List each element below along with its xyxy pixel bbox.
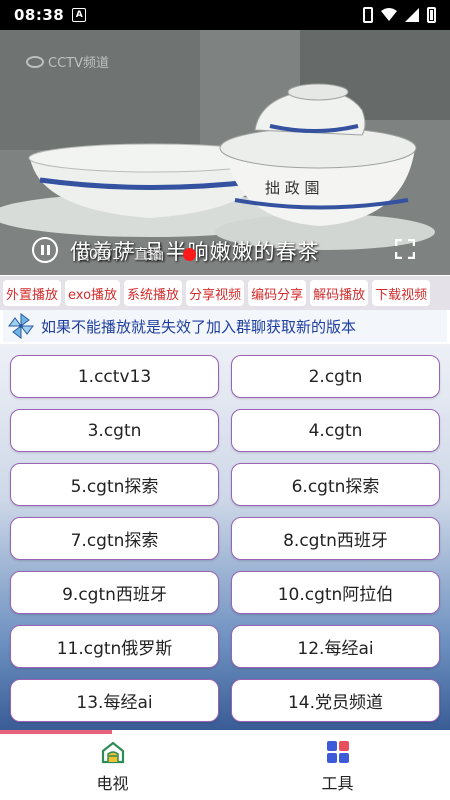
a-letter-icon: A <box>72 8 87 22</box>
channel-button-6[interactable]: 6.cgtn探索 <box>231 463 440 506</box>
fullscreen-icon[interactable] <box>395 239 415 259</box>
progress-handle[interactable] <box>183 248 196 261</box>
channel-button-13[interactable]: 13.每经ai <box>10 679 219 722</box>
channel-button-11[interactable]: 11.cgtn俄罗斯 <box>10 625 219 668</box>
tv-home-icon <box>101 741 124 764</box>
encode-share-button[interactable]: 编码分享 <box>248 280 307 306</box>
tools-grid-icon <box>326 741 349 763</box>
phone-icon <box>363 7 373 23</box>
channel-button-12[interactable]: 12.每经ai <box>231 625 440 668</box>
watermark-text: CCTV频道 <box>48 56 109 71</box>
download-video-button[interactable]: 下载视频 <box>372 280 431 306</box>
channel-button-1[interactable]: 1.cctv13 <box>10 355 219 398</box>
channel-button-8[interactable]: 8.cgtn西班牙 <box>231 517 440 560</box>
system-play-button[interactable]: 系统播放 <box>124 280 183 306</box>
video-player[interactable]: 拙 政 園 CCTV频道 借着萨 品半晌嫩嫩的春茶 00:01 / 直播 <box>0 30 450 275</box>
channel-button-3[interactable]: 3.cgtn <box>10 409 219 452</box>
channel-button-14[interactable]: 14.党员频道 <box>231 679 440 722</box>
nav-tab-tools[interactable]: 工具 <box>225 734 450 800</box>
video-watermark: CCTV频道 <box>26 52 109 71</box>
status-time: 08:38 <box>14 6 65 24</box>
channel-button-9[interactable]: 9.cgtn西班牙 <box>10 571 219 614</box>
wifi-icon <box>381 8 397 21</box>
nav-label-tools: 工具 <box>321 774 354 793</box>
channel-button-5[interactable]: 5.cgtn探索 <box>10 463 219 506</box>
bottom-navigation: 电视 工具 <box>0 734 450 800</box>
channel-button-2[interactable]: 2.cgtn <box>231 355 440 398</box>
external-play-button[interactable]: 外置播放 <box>3 280 62 306</box>
share-video-button[interactable]: 分享视频 <box>186 280 245 306</box>
decode-play-button[interactable]: 解码播放 <box>310 280 369 306</box>
video-time: 00:01 / 直播 <box>80 247 162 263</box>
channel-list: 1.cctv13 2.cgtn 3.cgtn 4.cgtn 5.cgtn探索 6… <box>0 344 450 730</box>
pinwheel-icon <box>8 313 34 339</box>
notice-bar: 如果不能播放就是失效了加入群聊获取新的版本 <box>3 310 447 342</box>
channel-button-7[interactable]: 7.cgtn探索 <box>10 517 219 560</box>
channel-button-10[interactable]: 10.cgtn阿拉伯 <box>231 571 440 614</box>
exo-play-button[interactable]: exo播放 <box>65 280 121 306</box>
nav-label-tv: 电视 <box>96 774 129 793</box>
pause-button[interactable] <box>32 237 58 263</box>
signal-icon <box>405 8 419 22</box>
status-bar: 08:38 A <box>0 0 450 30</box>
svg-text:拙 政 園: 拙 政 園 <box>265 179 320 197</box>
status-icons <box>363 7 436 23</box>
battery-icon <box>427 7 436 23</box>
watermark-logo-icon <box>26 55 44 68</box>
nav-tab-tv[interactable]: 电视 <box>0 734 225 800</box>
player-controls-row: 外置播放 exo播放 系统播放 分享视频 编码分享 解码播放 下载视频 <box>0 276 450 310</box>
channel-button-4[interactable]: 4.cgtn <box>231 409 440 452</box>
notice-text: 如果不能播放就是失效了加入群聊获取新的版本 <box>41 317 357 336</box>
